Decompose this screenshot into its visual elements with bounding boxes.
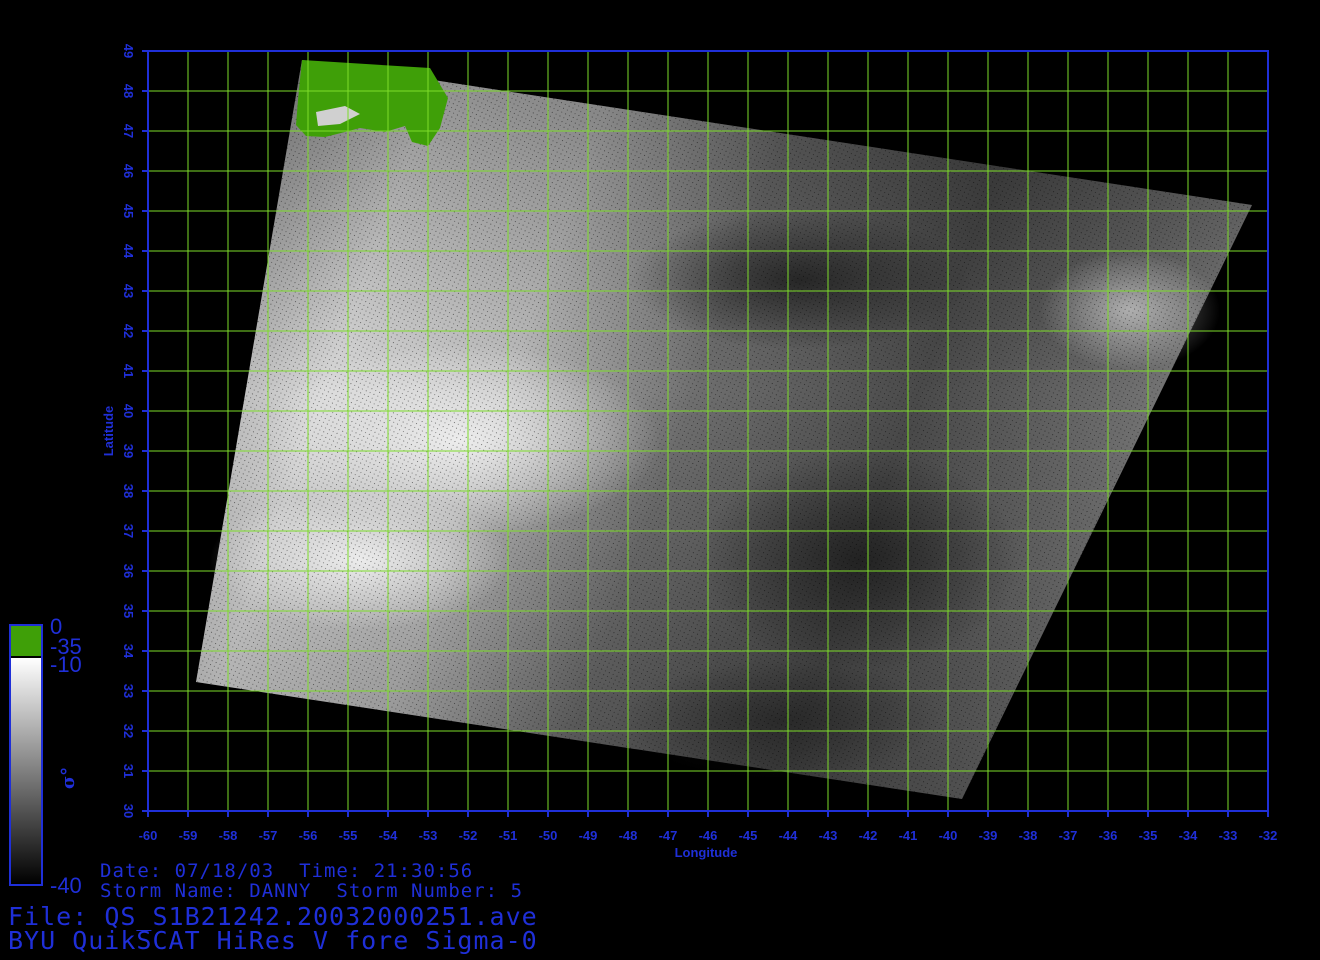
x-tick-label: -60 (139, 828, 158, 843)
x-tick-label: -46 (699, 828, 718, 843)
x-tick-label: -40 (939, 828, 958, 843)
time-value: 21:30:56 (373, 860, 474, 882)
y-axis-label: Latitude (101, 406, 116, 457)
storm-number-value: 5 (510, 880, 524, 902)
x-tick-label: -36 (1099, 828, 1118, 843)
colorbar-label-min: -40 (50, 873, 82, 898)
x-tick-label: -35 (1139, 828, 1158, 843)
x-tick-label: -58 (219, 828, 238, 843)
date-label: Date: (100, 860, 163, 882)
y-tick-label: 34 (121, 644, 136, 659)
storm-line: Storm Name: DANNY Storm Number: 5 (100, 880, 523, 902)
y-tick-label: 35 (121, 604, 136, 618)
y-tick-label: 46 (121, 164, 136, 178)
x-tick-label: -53 (419, 828, 438, 843)
x-tick-label: -44 (779, 828, 799, 843)
map-figure: -60 -59 -58 -57 -56 -55 -54 -53 -52 -51 -50 -49 -48 -… (9, 44, 1278, 898)
x-tick-label: -48 (619, 828, 638, 843)
x-tick-label: -33 (1219, 828, 1238, 843)
storm-name-value: DANNY (249, 880, 312, 902)
y-tick-label: 30 (121, 804, 136, 818)
date-time-line: Date: 07/18/03 Time: 21:30:56 (100, 860, 473, 882)
storm-name-label: Storm Name: (100, 880, 237, 902)
y-tick-label: 47 (121, 124, 136, 138)
y-tick-label: 49 (121, 44, 136, 58)
colorbar-symbol: σ° (58, 767, 79, 789)
x-tick-label: -55 (339, 828, 358, 843)
x-tick-label: -45 (739, 828, 758, 843)
x-tick-label: -47 (659, 828, 678, 843)
x-tick-label: -37 (1059, 828, 1078, 843)
colorbar: 0 -35 -10 -40 σ° (9, 614, 82, 898)
x-tick-label: -51 (499, 828, 518, 843)
x-tick-label: -42 (859, 828, 878, 843)
x-tick-label: -52 (459, 828, 478, 843)
x-tick-label: -39 (979, 828, 998, 843)
x-tick-label: -54 (379, 828, 399, 843)
y-tick-label: 38 (121, 484, 136, 498)
x-tick-label: -57 (259, 828, 278, 843)
x-tick-label: -32 (1259, 828, 1278, 843)
x-tick-label: -38 (1019, 828, 1038, 843)
y-tick-label: 37 (121, 524, 136, 538)
x-axis-label: Longitude (675, 845, 738, 860)
y-tick-label: 36 (121, 564, 136, 578)
x-tick-label: -56 (299, 828, 318, 843)
y-tick-label: 42 (121, 324, 136, 338)
date-value: 07/18/03 (174, 860, 275, 882)
y-tick-label: 41 (121, 364, 136, 378)
y-tick-label: 45 (121, 204, 136, 218)
x-tick-label: -43 (819, 828, 838, 843)
y-tick-label: 39 (121, 444, 136, 458)
time-label: Time: (299, 860, 362, 882)
y-tick-label: 43 (121, 284, 136, 298)
x-tick-label: -34 (1179, 828, 1199, 843)
x-tick-label: -50 (539, 828, 558, 843)
colorbar-label-max: -10 (50, 652, 82, 677)
y-tick-label: 31 (121, 764, 136, 778)
x-tick-label: -41 (899, 828, 918, 843)
y-tick-label: 40 (121, 404, 136, 418)
y-tick-label: 33 (121, 684, 136, 698)
y-tick-label: 48 (121, 84, 136, 98)
colorbar-gradient (11, 658, 41, 884)
y-tick-label: 32 (121, 724, 136, 738)
x-tick-label: -49 (579, 828, 598, 843)
product-title: BYU QuikSCAT HiRes V fore Sigma-0 (8, 926, 538, 955)
y-tick-label: 44 (121, 244, 136, 259)
x-tick-label: -59 (179, 828, 198, 843)
colorbar-land-band (11, 626, 41, 656)
storm-number-label: Storm Number: (336, 880, 499, 902)
